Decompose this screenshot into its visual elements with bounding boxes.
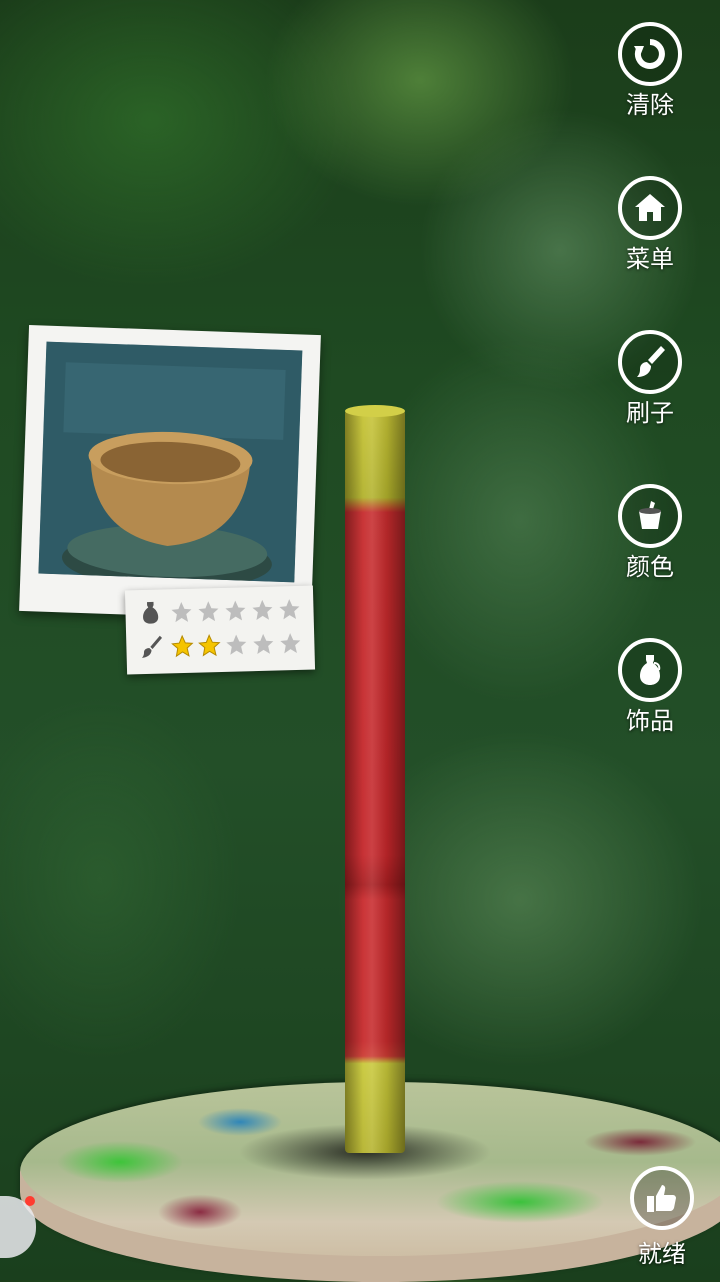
clear-button[interactable]: 清除 — [612, 22, 688, 118]
thumbs-up-icon — [647, 1185, 676, 1212]
clay-piece[interactable] — [345, 408, 405, 1153]
star-filled-icon — [198, 634, 221, 657]
star-empty-icon — [252, 599, 273, 621]
brush-icon — [141, 635, 163, 658]
goal-pot-image — [38, 341, 303, 583]
star-empty-icon — [279, 599, 300, 620]
menu-label: 菜单 — [626, 245, 674, 273]
decoration-label: 饰品 — [626, 707, 674, 735]
brush-icon — [637, 346, 665, 377]
goal-photo-card — [19, 324, 321, 622]
vase-icon — [143, 601, 159, 624]
notification-dot — [25, 1196, 35, 1206]
star-empty-icon — [171, 602, 192, 623]
paint-rating-row — [138, 628, 306, 662]
done-label: 就绪 — [638, 1240, 686, 1268]
home-icon — [635, 194, 665, 221]
done-button[interactable]: 就绪 — [624, 1166, 700, 1269]
paint-bucket-icon — [639, 501, 661, 529]
vase-icon — [640, 655, 661, 685]
pottery-scene: 清除 菜单 刷子 颜色 饰品 就绪 — [0, 0, 720, 1282]
menu-button[interactable]: 菜单 — [612, 176, 688, 272]
star-empty-icon — [280, 633, 301, 654]
star-empty-icon — [226, 634, 247, 655]
rating-card — [124, 585, 316, 675]
star-filled-icon — [171, 634, 194, 658]
clear-label: 清除 — [626, 91, 674, 119]
star-empty-icon — [198, 601, 219, 622]
star-empty-icon — [225, 600, 246, 621]
brush-button[interactable]: 刷子 — [612, 330, 688, 426]
star-empty-icon — [253, 633, 274, 655]
clay-piece-top — [345, 405, 405, 417]
shape-rating-row — [137, 594, 305, 628]
reset-icon — [634, 39, 665, 69]
brush-label: 刷子 — [626, 399, 674, 427]
color-button[interactable]: 颜色 — [612, 484, 688, 580]
color-label: 颜色 — [626, 553, 674, 581]
decoration-button[interactable]: 饰品 — [612, 638, 688, 734]
